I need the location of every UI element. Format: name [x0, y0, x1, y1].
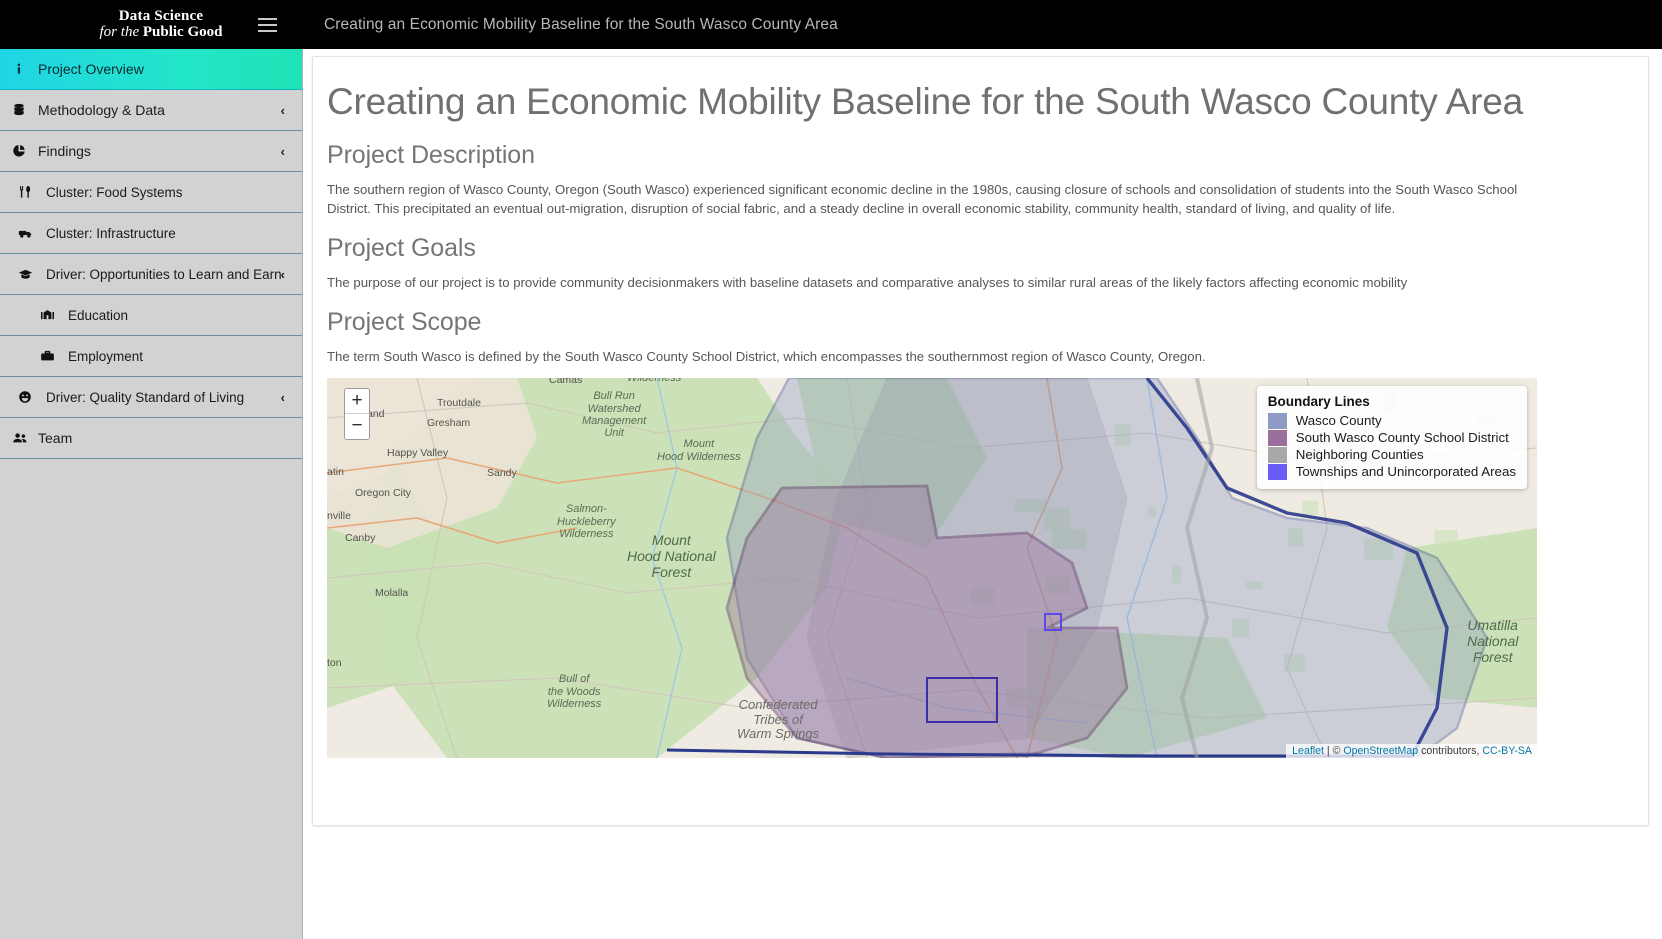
sidebar-item-project-overview[interactable]: Project Overview — [0, 49, 302, 90]
license-link[interactable]: CC-BY-SA — [1482, 745, 1532, 757]
legend-row: Neighboring Counties — [1268, 446, 1516, 463]
legend-row: Townships and Unincorporated Areas — [1268, 463, 1516, 480]
zoom-in-button[interactable]: + — [345, 389, 369, 414]
topbar-title: Creating an Economic Mobility Baseline f… — [324, 16, 838, 34]
utensils-icon — [18, 185, 46, 199]
sidebar-item-label: Education — [68, 308, 302, 323]
section-body-goals: The purpose of our project is to provide… — [327, 273, 1527, 292]
info-icon — [12, 62, 38, 76]
sidebar-item-label: Driver: Opportunities to Learn and Earn — [46, 267, 302, 282]
users-icon — [12, 431, 38, 445]
sidebar-item-methodology-data[interactable]: Methodology & Data ‹ — [0, 90, 302, 131]
legend-color-swatch — [1268, 464, 1287, 480]
attrib-sep: | © — [1324, 745, 1343, 757]
sidebar-item-findings[interactable]: Findings ‹ — [0, 131, 302, 172]
chevron-left-icon[interactable]: ‹ — [281, 103, 285, 118]
map-container[interactable]: Troutdale Gresham and Happy Valley atin Orego… — [327, 378, 1537, 758]
legend-label: South Wasco County School District — [1296, 430, 1509, 445]
smiley-icon — [18, 390, 46, 404]
section-heading-scope: Project Scope — [327, 308, 1630, 337]
legend-label: Wasco County — [1296, 413, 1382, 428]
map-legend: Boundary Lines Wasco County South Wasco C… — [1257, 386, 1527, 489]
page-title: Creating an Economic Mobility Baseline f… — [327, 79, 1630, 125]
legend-rows: Wasco County South Wasco County School Di… — [1268, 412, 1516, 480]
sidebar-item-driver-quality-standard-of-living[interactable]: Driver: Quality Standard of Living ‹ — [0, 377, 302, 418]
chevron-left-icon[interactable]: ‹ — [281, 390, 285, 405]
sidebar-item-label: Employment — [68, 349, 302, 364]
openstreetmap-link[interactable]: OpenStreetMap — [1343, 745, 1418, 757]
legend-label: Neighboring Counties — [1296, 447, 1424, 462]
legend-row: Wasco County — [1268, 412, 1516, 429]
chevron-left-icon[interactable]: ‹ — [281, 144, 285, 159]
section-body-description: The southern region of Wasco County, Ore… — [327, 180, 1527, 218]
top-navbar: Data Science for the Public Good Creatin… — [0, 0, 1662, 49]
legend-color-swatch — [1268, 447, 1287, 463]
truck-icon — [18, 226, 46, 240]
attrib-contrib: contributors, — [1418, 745, 1482, 757]
section-body-scope: The term South Wasco is defined by the S… — [327, 347, 1527, 366]
sidebar-item-label: Cluster: Food Systems — [46, 185, 302, 200]
section-heading-goals: Project Goals — [327, 234, 1630, 263]
leaflet-link[interactable]: Leaflet — [1292, 745, 1324, 757]
sidebar-item-education[interactable]: Education — [0, 295, 302, 336]
map-attribution: Leaflet | © OpenStreetMap contributors, … — [1286, 744, 1537, 758]
sidebar-item-label: Project Overview — [38, 61, 302, 77]
chevron-left-icon[interactable]: ‹ — [281, 267, 285, 282]
brand-line-2: for the Public Good — [100, 25, 223, 41]
legend-color-swatch — [1268, 430, 1287, 446]
sidebar-item-label: Methodology & Data — [38, 102, 302, 118]
map-zoom-controls[interactable]: + − — [344, 388, 370, 440]
hamburger-icon[interactable] — [250, 10, 284, 40]
legend-row: South Wasco County School District — [1268, 429, 1516, 446]
legend-title: Boundary Lines — [1268, 394, 1516, 409]
database-icon — [12, 103, 38, 117]
brand-line-1: Data Science — [119, 9, 203, 25]
section-heading-description: Project Description — [327, 141, 1630, 170]
sidebar-item-label: Driver: Quality Standard of Living — [46, 390, 302, 405]
sidebar-item-cluster-infrastructure[interactable]: Cluster: Infrastructure — [0, 213, 302, 254]
legend-label: Townships and Unincorporated Areas — [1296, 464, 1516, 479]
briefcase-icon — [40, 349, 68, 363]
brand-line-2-rest: Public Good — [139, 24, 222, 40]
sidebar-item-label: Cluster: Infrastructure — [46, 226, 302, 241]
sidebar: Project Overview Methodology & Data ‹ Findi… — [0, 49, 303, 939]
brand-line-2-italic: for the — [100, 24, 140, 40]
sidebar-item-label: Team — [38, 430, 302, 446]
graduation-cap-icon — [18, 267, 46, 281]
sidebar-item-team[interactable]: Team — [0, 418, 302, 459]
main-content-panel: Creating an Economic Mobility Baseline f… — [312, 56, 1649, 826]
school-icon — [40, 308, 68, 322]
legend-color-swatch — [1268, 413, 1287, 429]
sidebar-item-cluster-food-systems[interactable]: Cluster: Food Systems — [0, 172, 302, 213]
sidebar-item-employment[interactable]: Employment — [0, 336, 302, 377]
zoom-out-button[interactable]: − — [345, 414, 369, 439]
pie-chart-icon — [12, 144, 38, 158]
sidebar-item-driver-opportunities-to-learn-and-earn[interactable]: Driver: Opportunities to Learn and Earn ‹ — [0, 254, 302, 295]
sidebar-item-label: Findings — [38, 143, 302, 159]
